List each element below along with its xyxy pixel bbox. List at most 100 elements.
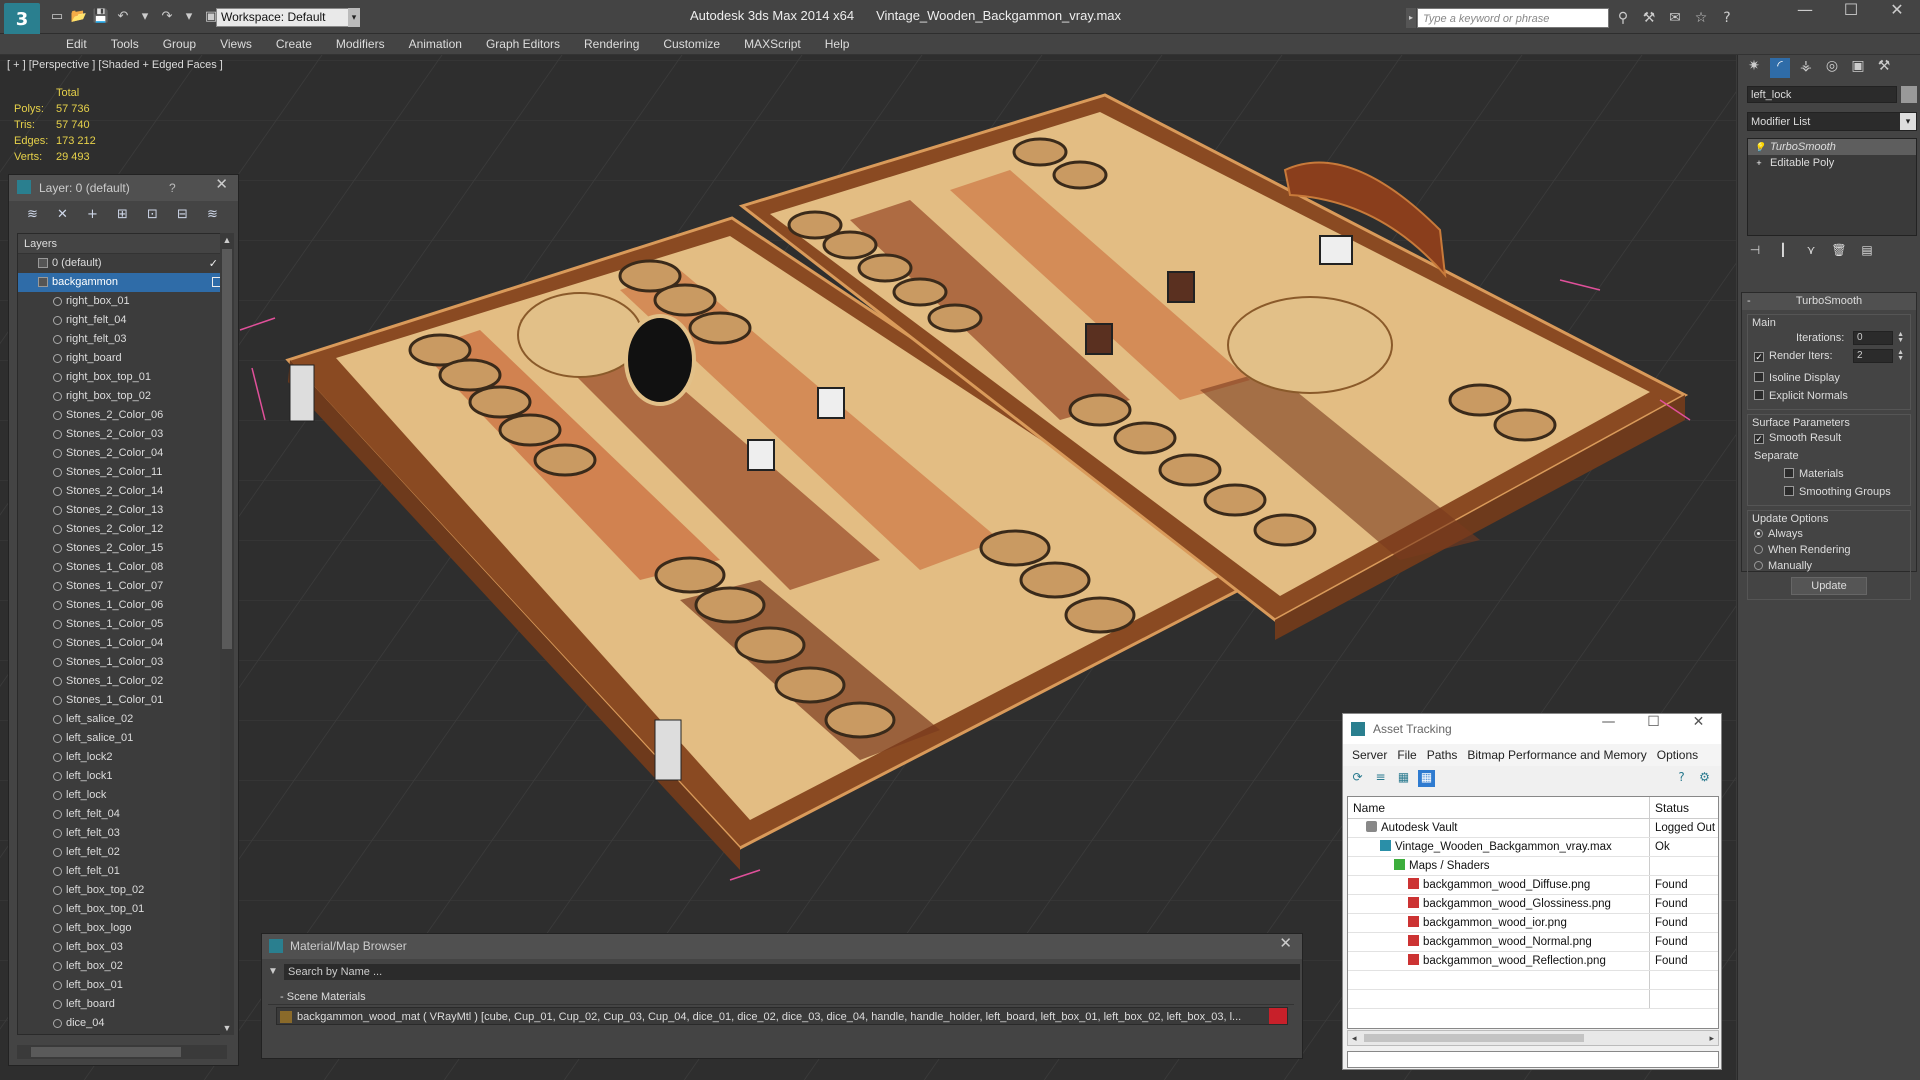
layers-column-header[interactable]: Layers bbox=[18, 234, 226, 254]
object-name-field[interactable]: left_lock bbox=[1747, 86, 1897, 103]
object-row[interactable]: left_felt_01 bbox=[18, 862, 226, 881]
subscription-icon[interactable]: ⚒ bbox=[1640, 9, 1658, 27]
new-file-icon[interactable]: ▭ bbox=[48, 8, 66, 26]
stack-item-editable-poly[interactable]: + Editable Poly bbox=[1748, 155, 1916, 171]
object-row[interactable]: Stones_2_Color_15 bbox=[18, 539, 226, 558]
object-row[interactable]: left_box_top_01 bbox=[18, 900, 226, 919]
object-row[interactable]: left_box_03 bbox=[18, 938, 226, 957]
qat-menu-icon[interactable]: ▾ bbox=[348, 8, 360, 27]
select-objects-icon[interactable]: ⊡ bbox=[143, 206, 162, 223]
refresh-icon[interactable]: ⟳ bbox=[1349, 770, 1366, 787]
object-row[interactable]: Stones_1_Color_06 bbox=[18, 596, 226, 615]
object-row[interactable]: left_lock bbox=[18, 786, 226, 805]
object-row[interactable]: Stones_2_Color_03 bbox=[18, 425, 226, 444]
when-rendering-radio[interactable] bbox=[1754, 545, 1763, 554]
communication-icon[interactable]: ✉ bbox=[1666, 9, 1684, 27]
menu-graph-editors[interactable]: Graph Editors bbox=[474, 34, 572, 54]
object-row[interactable]: Stones_2_Color_13 bbox=[18, 501, 226, 520]
smoothing-groups-checkbox[interactable] bbox=[1784, 486, 1794, 496]
help-icon[interactable]: ? bbox=[1718, 9, 1736, 27]
scroll-thumb[interactable] bbox=[222, 249, 232, 649]
object-row[interactable]: left_box_01 bbox=[18, 976, 226, 995]
object-row[interactable]: Stones_2_Color_14 bbox=[18, 482, 226, 501]
utilities-tab-icon[interactable]: ⚒ bbox=[1874, 58, 1894, 78]
asset-row[interactable]: backgammon_wood_Normal.png Found bbox=[1348, 933, 1718, 952]
spinner-arrows-icon[interactable]: ▲ ▼ bbox=[1897, 349, 1904, 362]
asset-row[interactable]: backgammon_wood_Diffuse.png Found bbox=[1348, 876, 1718, 895]
hide-all-icon[interactable]: ≋ bbox=[203, 206, 222, 223]
object-row[interactable]: left_salice_02 bbox=[18, 710, 226, 729]
workspace-dropdown[interactable]: Workspace: Default ▾ bbox=[216, 8, 358, 27]
menu-edit[interactable]: Edit bbox=[54, 34, 99, 54]
material-row[interactable]: backgammon_wood_mat ( VRayMtl ) [cube, C… bbox=[276, 1007, 1288, 1025]
object-row[interactable]: Stones_1_Color_01 bbox=[18, 691, 226, 710]
object-row[interactable]: right_felt_03 bbox=[18, 330, 226, 349]
manually-radio[interactable] bbox=[1754, 561, 1763, 570]
scroll-down-icon[interactable]: ▼ bbox=[220, 1023, 234, 1033]
object-row[interactable]: left_lock2 bbox=[18, 748, 226, 767]
filter-dropdown-icon[interactable]: ▼ bbox=[266, 964, 280, 980]
maximize-icon[interactable]: ☐ bbox=[1828, 0, 1874, 28]
hscroll-thumb[interactable] bbox=[31, 1047, 181, 1057]
scene-materials-section[interactable]: - Scene Materials bbox=[268, 989, 1294, 1005]
materials-control[interactable]: Materials bbox=[1754, 465, 1904, 483]
asset-path-field[interactable] bbox=[1347, 1051, 1719, 1068]
create-tab-icon[interactable]: ✷ bbox=[1744, 58, 1764, 78]
object-row[interactable]: left_lock1 bbox=[18, 767, 226, 786]
object-row[interactable]: left_board bbox=[18, 995, 226, 1014]
asset-row[interactable]: Vintage_Wooden_Backgammon_vray.max Ok bbox=[1348, 838, 1718, 857]
add-selection-icon[interactable]: ⊞ bbox=[113, 206, 132, 223]
scroll-right-icon[interactable]: ▸ bbox=[1709, 1031, 1714, 1045]
remove-modifier-icon[interactable]: 🗑 bbox=[1831, 243, 1847, 261]
object-row[interactable]: Stones_1_Color_07 bbox=[18, 577, 226, 596]
undo-dropdown-icon[interactable]: ▾ bbox=[136, 8, 154, 26]
object-row[interactable]: left_box_top_02 bbox=[18, 881, 226, 900]
column-status-header[interactable]: Status bbox=[1650, 797, 1689, 818]
always-radio[interactable] bbox=[1754, 529, 1763, 538]
menu-options[interactable]: Options bbox=[1652, 744, 1703, 766]
maximize-icon[interactable]: ☐ bbox=[1631, 714, 1676, 730]
close-icon[interactable]: ✕ bbox=[1676, 714, 1721, 730]
update-manually-option[interactable]: Manually bbox=[1754, 557, 1904, 573]
expand-plus-icon[interactable]: + bbox=[1754, 158, 1764, 168]
save-file-icon[interactable]: 💾 bbox=[92, 8, 110, 26]
viewport-label[interactable]: [ + ] [Perspective ] [Shaded + Edged Fac… bbox=[7, 59, 223, 71]
render-iters-spinner[interactable]: 2 ▲ ▼ bbox=[1853, 349, 1904, 363]
motion-tab-icon[interactable]: ◎ bbox=[1822, 58, 1842, 78]
asset-row[interactable]: backgammon_wood_ior.png Found bbox=[1348, 914, 1718, 933]
smoothing-groups-control[interactable]: Smoothing Groups bbox=[1754, 483, 1904, 501]
object-row[interactable]: left_box_02 bbox=[18, 957, 226, 976]
binoculars-icon[interactable]: ⚲ bbox=[1614, 9, 1632, 27]
update-always-option[interactable]: Always bbox=[1754, 525, 1904, 541]
pin-stack-icon[interactable]: ⊣ bbox=[1747, 243, 1763, 261]
object-row[interactable]: Stones_1_Color_02 bbox=[18, 672, 226, 691]
object-row[interactable]: left_box_logo bbox=[18, 919, 226, 938]
redo-icon[interactable]: ↷ bbox=[158, 8, 176, 26]
open-file-icon[interactable]: 📂 bbox=[70, 8, 88, 26]
menu-customize[interactable]: Customize bbox=[651, 34, 732, 54]
object-row[interactable]: right_box_01 bbox=[18, 292, 226, 311]
layer-list-hscrollbar[interactable] bbox=[17, 1045, 227, 1059]
hscroll-thumb[interactable] bbox=[1364, 1034, 1584, 1042]
close-icon[interactable]: ✕ bbox=[215, 175, 228, 193]
asset-row[interactable]: backgammon_wood_Reflection.png Found bbox=[1348, 952, 1718, 971]
object-row[interactable]: Stones_1_Color_04 bbox=[18, 634, 226, 653]
object-row[interactable]: right_box_top_01 bbox=[18, 368, 226, 387]
scroll-up-icon[interactable]: ▲ bbox=[220, 235, 234, 245]
explicit-normals-checkbox[interactable] bbox=[1754, 390, 1764, 400]
asset-tracking-titlebar[interactable]: Asset Tracking — ☐ ✕ bbox=[1343, 714, 1721, 744]
table-view-icon[interactable]: ▦ bbox=[1418, 770, 1435, 787]
material-browser-titlebar[interactable]: Material/Map Browser ✕ bbox=[262, 934, 1302, 959]
menu-group[interactable]: Group bbox=[151, 34, 208, 54]
object-row[interactable]: left_salice_01 bbox=[18, 729, 226, 748]
help-button[interactable]: ? bbox=[169, 175, 176, 201]
menu-maxscript[interactable]: MAXScript bbox=[732, 34, 813, 54]
isoline-control[interactable]: Isoline Display bbox=[1754, 369, 1904, 387]
tree-view-icon[interactable]: ▦ bbox=[1395, 770, 1412, 787]
smooth-result-control[interactable]: ✓ Smooth Result bbox=[1754, 429, 1904, 447]
object-row[interactable]: Stones_2_Color_12 bbox=[18, 520, 226, 539]
delete-layer-icon[interactable]: ✕ bbox=[53, 206, 72, 223]
asset-hscrollbar[interactable]: ◂ ▸ bbox=[1347, 1030, 1719, 1046]
minimize-icon[interactable]: — bbox=[1586, 714, 1631, 730]
object-row[interactable]: Stones_2_Color_11 bbox=[18, 463, 226, 482]
